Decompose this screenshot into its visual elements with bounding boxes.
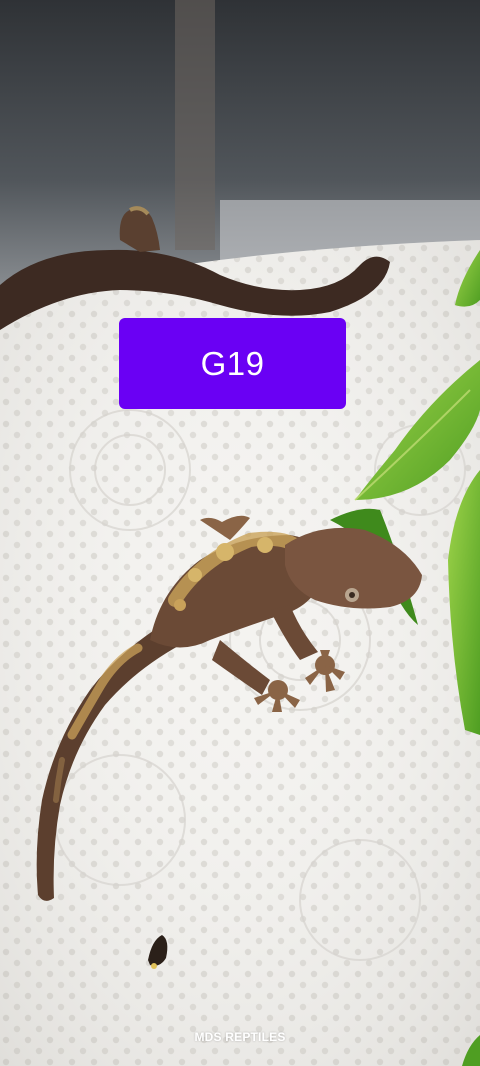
photo-scene — [0, 0, 480, 1066]
enclosure-pillar — [175, 0, 215, 250]
gecko-id-label: G19 — [200, 344, 265, 382]
gecko-id-badge: G19 — [119, 318, 346, 409]
watermark: MDS REPTILES — [194, 1030, 286, 1044]
